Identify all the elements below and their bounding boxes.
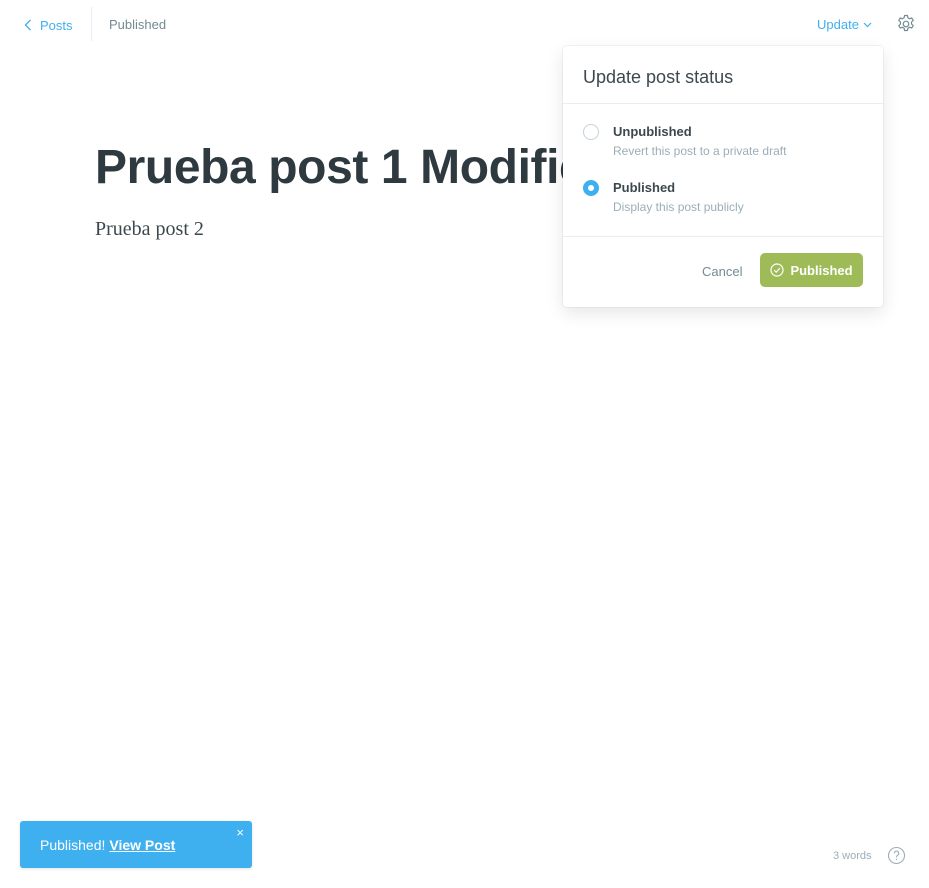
editor-header: Posts Published Update xyxy=(0,0,929,50)
post-status-label: Published xyxy=(109,17,167,32)
published-button-label: Published xyxy=(790,262,853,278)
publish-notification: Published! View Post × xyxy=(20,821,252,868)
word-count: 3 words xyxy=(833,850,872,862)
view-post-link[interactable]: View Post xyxy=(109,837,175,853)
option-description: Display this post publicly xyxy=(613,200,744,214)
update-status-dropdown: Update post status Unpublished Revert th… xyxy=(563,46,883,307)
notification-message: Published! View Post xyxy=(40,837,175,853)
chevron-left-icon xyxy=(24,19,31,31)
unpublished-radio[interactable] xyxy=(583,124,599,140)
option-description: Revert this post to a private draft xyxy=(613,144,787,158)
cancel-button[interactable]: Cancel xyxy=(702,264,742,279)
settings-button[interactable] xyxy=(896,14,916,34)
close-icon[interactable]: × xyxy=(236,826,244,839)
check-circle-icon xyxy=(770,263,785,277)
update-dropdown-trigger[interactable]: Update xyxy=(817,17,872,32)
option-title: Published xyxy=(613,180,676,195)
notification-text: Published! xyxy=(40,836,106,853)
published-button[interactable]: Published xyxy=(760,253,863,287)
dropdown-heading: Update post status xyxy=(563,46,883,104)
post-body[interactable]: Prueba post 2 xyxy=(95,218,204,241)
help-button[interactable] xyxy=(887,846,906,865)
header-divider xyxy=(91,7,92,41)
dropdown-footer: Cancel Published xyxy=(563,236,883,307)
back-link-label: Posts xyxy=(40,17,73,33)
published-radio[interactable] xyxy=(583,180,599,196)
update-trigger-label: Update xyxy=(817,17,859,32)
chevron-down-icon xyxy=(863,22,872,28)
back-to-posts-link[interactable]: Posts xyxy=(24,14,73,36)
gear-icon xyxy=(898,14,914,32)
option-title: Unpublished xyxy=(613,124,692,139)
help-icon xyxy=(887,846,906,865)
